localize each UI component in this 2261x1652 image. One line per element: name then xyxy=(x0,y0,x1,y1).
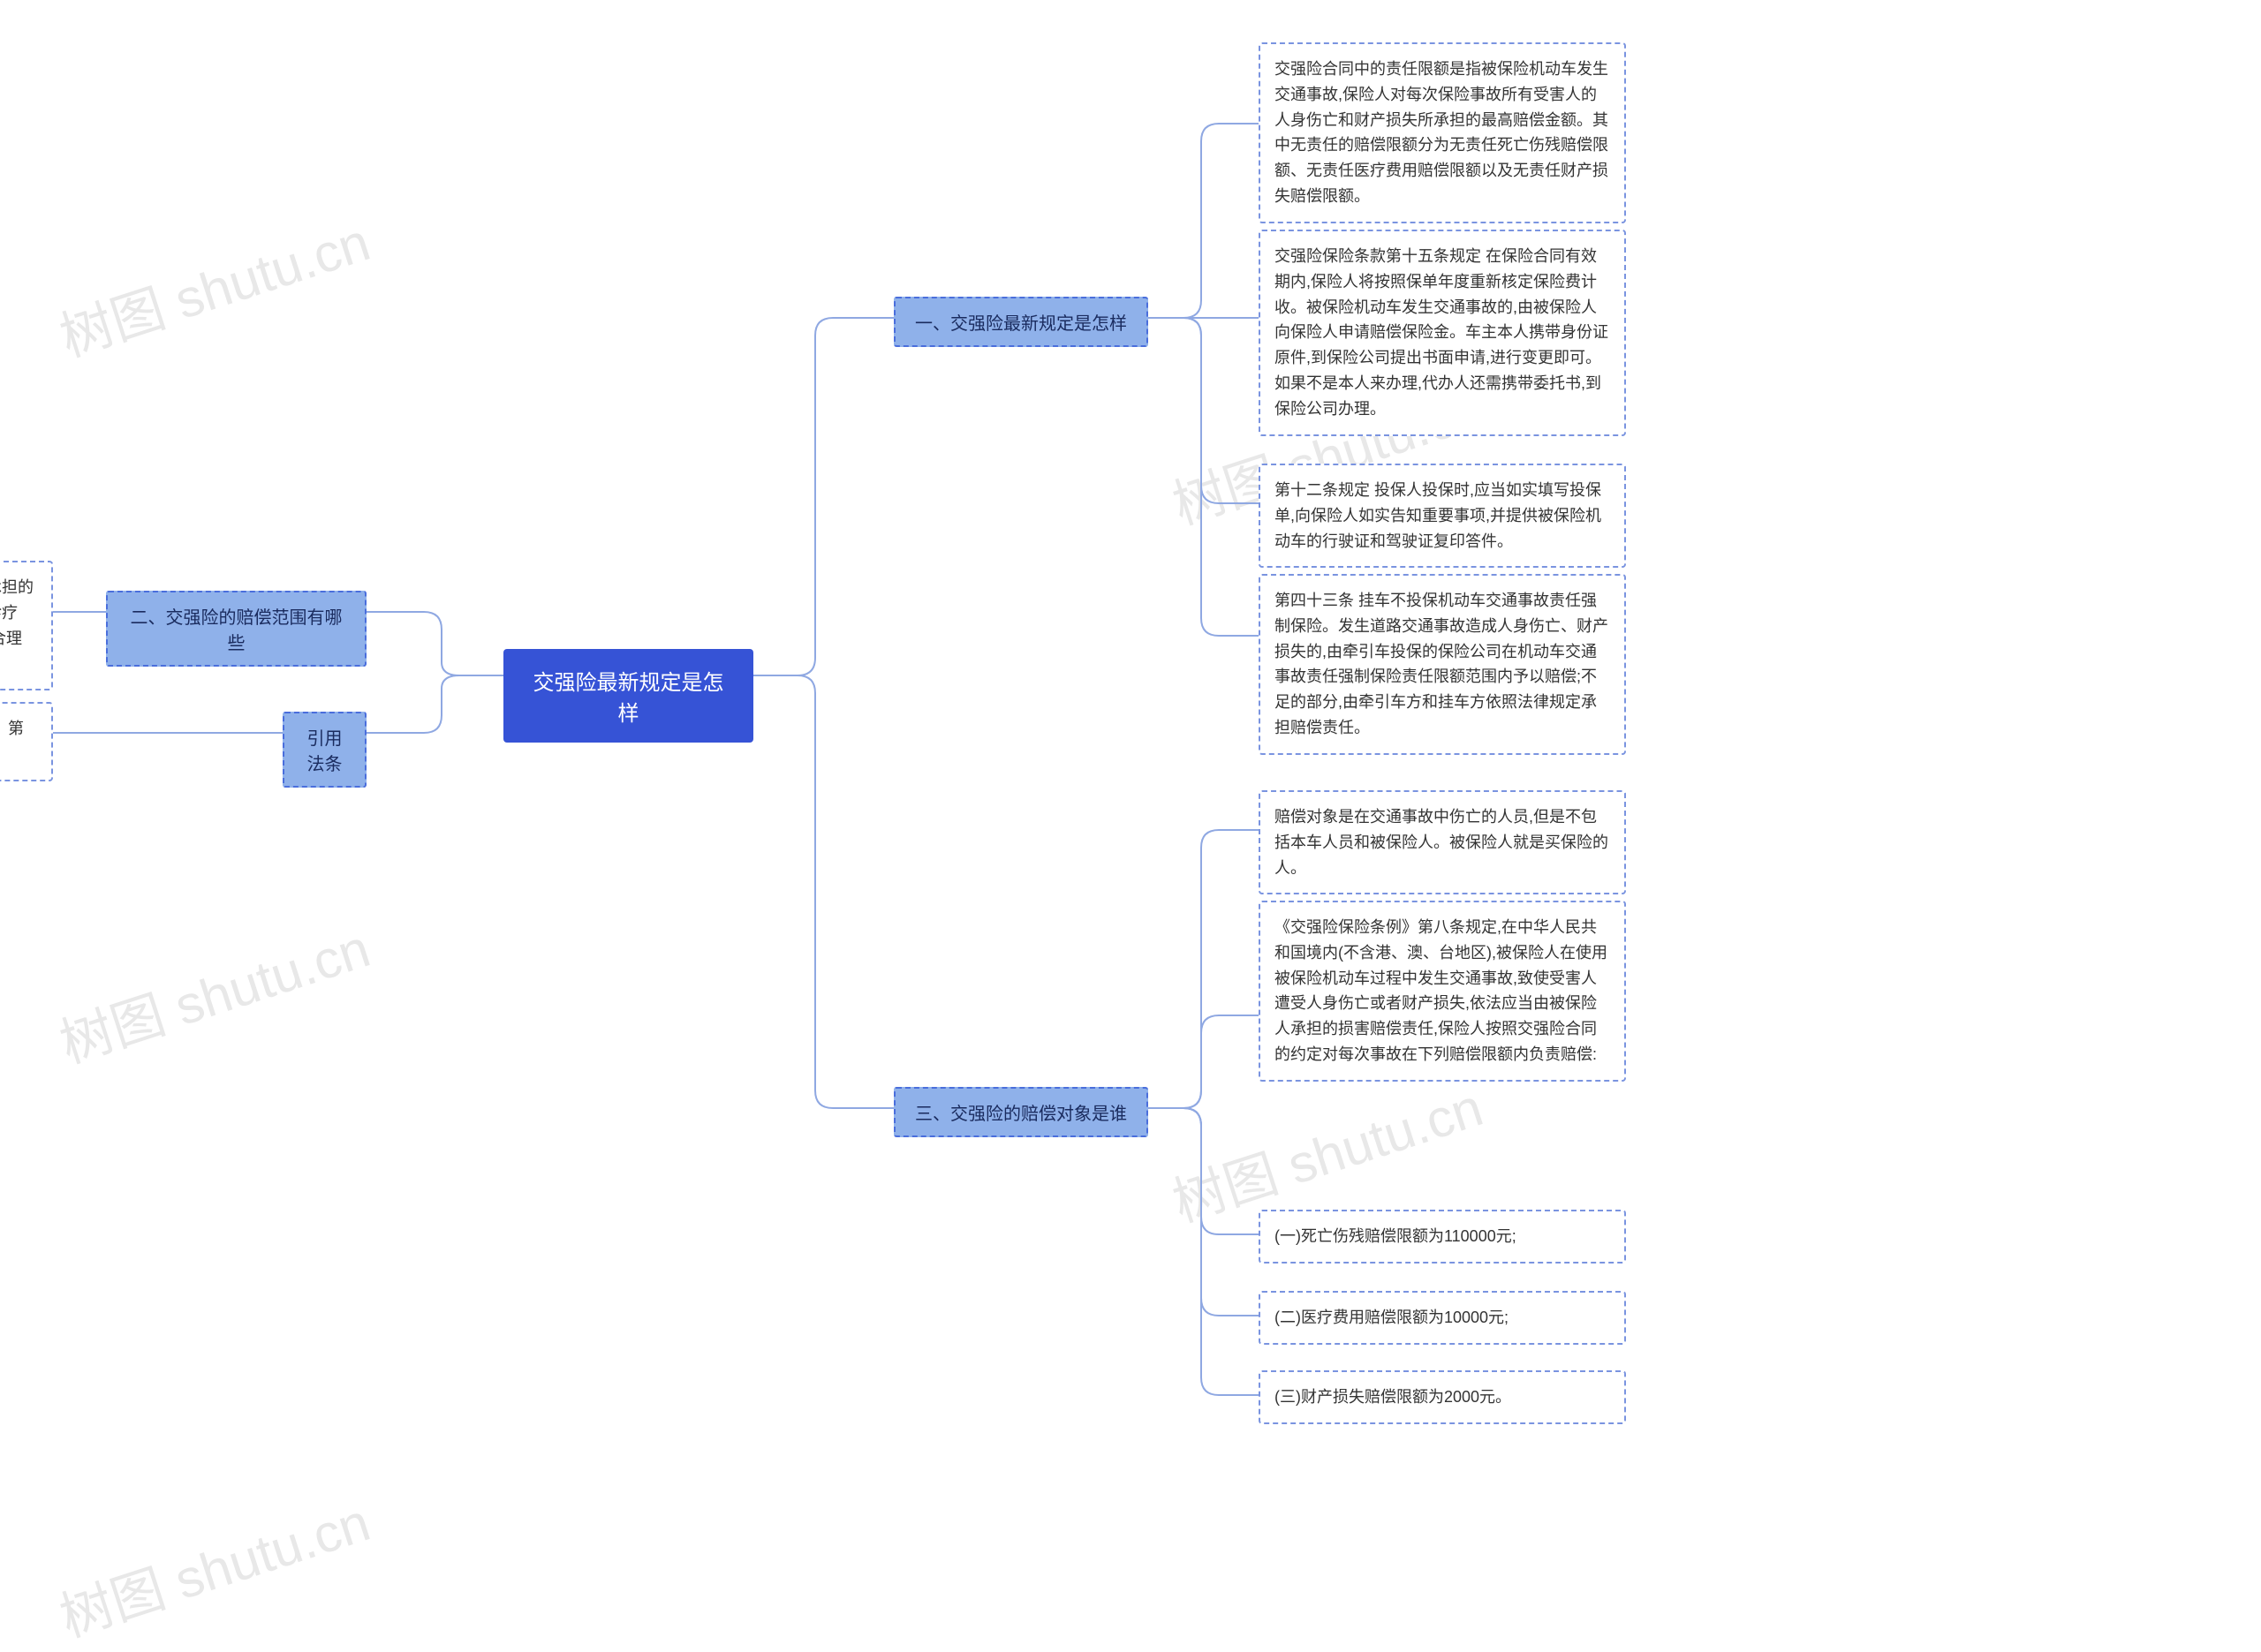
branch-node-2[interactable]: 二、交强险的赔偿范围有哪些 xyxy=(106,591,367,667)
root-node[interactable]: 交强险最新规定是怎样 xyxy=(503,649,753,743)
leaf-node-3-4[interactable]: (二)医疗费用赔偿限额为10000元; xyxy=(1259,1291,1626,1345)
leaf-node-3-5[interactable]: (三)财产损失赔偿限额为2000元。 xyxy=(1259,1370,1626,1424)
leaf-node-2-1[interactable]: 每次保险事故所有受害人的医疗费用所承担的最高赔偿金额。医疗费用包括医药费、诊疗费… xyxy=(0,561,53,690)
mindmap-canvas: 交强险最新规定是怎样 一、交强险最新规定是怎样 交强险合同中的责任限额是指被保险… xyxy=(0,0,2261,1615)
branch-node-3[interactable]: 三、交强险的赔偿对象是谁 xyxy=(894,1087,1148,1137)
branch-node-4[interactable]: 引用法条 xyxy=(283,712,367,788)
leaf-node-4-1[interactable]: [1]《机动车交通事故责任强制保险条例》 第八条 xyxy=(0,702,53,781)
branch-node-1[interactable]: 一、交强险最新规定是怎样 xyxy=(894,297,1148,347)
leaf-node-3-2[interactable]: 《交强险保险条例》第八条规定,在中华人民共和国境内(不含港、澳、台地区),被保险… xyxy=(1259,901,1626,1082)
leaf-node-3-3[interactable]: (一)死亡伤残赔偿限额为110000元; xyxy=(1259,1210,1626,1264)
leaf-node-1-3[interactable]: 第十二条规定 投保人投保时,应当如实填写投保单,向保险人如实告知重要事项,并提供… xyxy=(1259,464,1626,568)
leaf-node-3-1[interactable]: 赔偿对象是在交通事故中伤亡的人员,但是不包括本车人员和被保险人。被保险人就是买保… xyxy=(1259,790,1626,894)
leaf-node-1-4[interactable]: 第四十三条 挂车不投保机动车交通事故责任强制保险。发生道路交通事故造成人身伤亡、… xyxy=(1259,574,1626,755)
leaf-node-1-1[interactable]: 交强险合同中的责任限额是指被保险机动车发生交通事故,保险人对每次保险事故所有受害… xyxy=(1259,42,1626,223)
leaf-node-1-2[interactable]: 交强险保险条款第十五条规定 在保险合同有效期内,保险人将按照保单年度重新核定保险… xyxy=(1259,230,1626,436)
connector-lines xyxy=(0,0,2261,1615)
